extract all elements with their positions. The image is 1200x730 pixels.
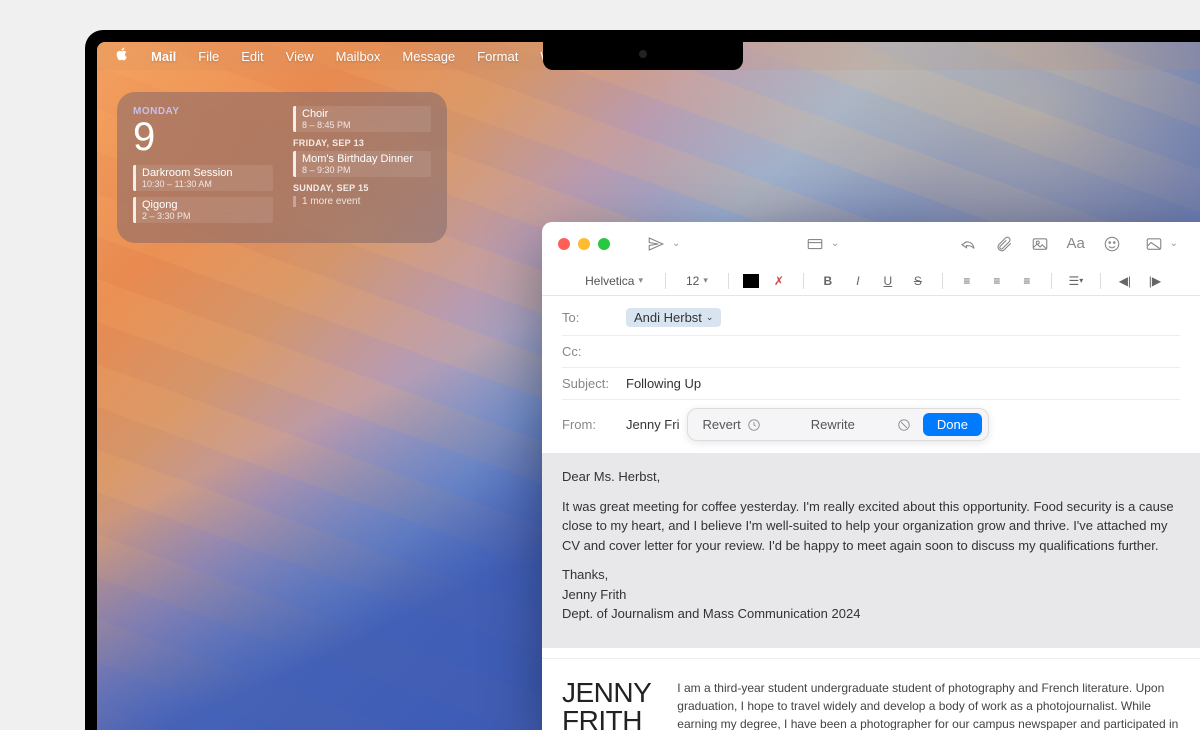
from-row[interactable]: From: Jenny Fri Revert Rewrite Done: [562, 400, 1180, 449]
window-controls: [558, 238, 610, 250]
camera: [639, 50, 647, 58]
chevron-down-icon[interactable]: ⌄: [831, 238, 839, 249]
chevron-down-icon[interactable]: ⌄: [1170, 238, 1178, 249]
emoji-button[interactable]: [1098, 230, 1126, 258]
zoom-button[interactable]: [598, 238, 610, 250]
menu-view[interactable]: View: [286, 49, 314, 64]
close-button[interactable]: [558, 238, 570, 250]
compose-headers: To: Andi Herbst⌄ Cc: Subject: Following …: [542, 296, 1200, 453]
font-size-select[interactable]: 12▾: [680, 272, 714, 290]
recipient-pill[interactable]: Andi Herbst⌄: [626, 308, 721, 327]
event-time: 10:30 – 11:30 AM: [142, 179, 267, 189]
event-item[interactable]: Darkroom Session 10:30 – 11:30 AM: [133, 165, 273, 191]
cancel-icon[interactable]: [897, 418, 911, 432]
subject-row[interactable]: Subject: Following Up: [562, 368, 1180, 400]
event-title: Darkroom Session: [142, 167, 267, 179]
calendar-widget[interactable]: MONDAY 9 Darkroom Session 10:30 – 11:30 …: [117, 92, 447, 243]
align-right-button[interactable]: ≡: [1017, 271, 1037, 291]
done-button[interactable]: Done: [923, 413, 982, 436]
reply-button[interactable]: [954, 230, 982, 258]
media-button[interactable]: [1140, 230, 1168, 258]
event-title: Choir: [302, 108, 425, 120]
send-button[interactable]: [642, 230, 670, 258]
attachment-blurb: I am a third-year student undergraduate …: [677, 679, 1180, 730]
attachment-preview[interactable]: JENNY FRITH I am a third-year student un…: [542, 658, 1200, 730]
apple-menu[interactable]: [115, 47, 129, 66]
menu-message[interactable]: Message: [402, 49, 455, 64]
body-signoff: Thanks,: [562, 565, 1180, 585]
cc-row[interactable]: Cc:: [562, 336, 1180, 368]
send-options-icon[interactable]: ⌄: [672, 238, 680, 249]
compose-toolbar: ⌄ ⌄ Aa ⌄: [542, 222, 1200, 266]
event-title: Mom's Birthday Dinner: [302, 153, 425, 165]
minimize-button[interactable]: [578, 238, 590, 250]
date-header: SUNDAY, SEP 15: [293, 183, 431, 193]
italic-button[interactable]: I: [848, 271, 868, 291]
revert-button[interactable]: Revert: [694, 413, 768, 436]
date-header: FRIDAY, SEP 13: [293, 138, 431, 148]
font-select[interactable]: Helvetica▾: [577, 272, 651, 290]
underline-button[interactable]: U: [878, 271, 898, 291]
format-bar: Helvetica▾ 12▾ ✗ B I U S ≡ ≡ ≡ ☰▾ ◀| |▶: [542, 266, 1200, 296]
align-center-button[interactable]: ≡: [987, 271, 1007, 291]
screen: Mail File Edit View Mailbox Message Form…: [97, 42, 1200, 730]
event-time: 8 – 9:30 PM: [302, 165, 425, 175]
format-button[interactable]: Aa: [1062, 230, 1090, 258]
header-fields-button[interactable]: [801, 230, 829, 258]
to-label: To:: [562, 310, 626, 325]
event-time: 8 – 8:45 PM: [302, 120, 425, 130]
list-button[interactable]: ☰▾: [1066, 271, 1086, 291]
from-label: From:: [562, 417, 626, 432]
subject-label: Subject:: [562, 376, 626, 391]
menu-format[interactable]: Format: [477, 49, 518, 64]
body-paragraph: It was great meeting for coffee yesterda…: [562, 497, 1180, 556]
text-color-button[interactable]: [743, 274, 759, 288]
body-greeting: Dear Ms. Herbst,: [562, 467, 1180, 487]
cc-label: Cc:: [562, 344, 626, 359]
device-frame: Mail File Edit View Mailbox Message Form…: [85, 30, 1200, 730]
event-time: 2 – 3:30 PM: [142, 211, 267, 221]
event-title: Qigong: [142, 199, 267, 211]
to-row[interactable]: To: Andi Herbst⌄: [562, 300, 1180, 336]
from-value: Jenny Fri: [626, 417, 679, 432]
attachment-name: JENNY FRITH: [562, 679, 651, 730]
menu-mailbox[interactable]: Mailbox: [336, 49, 381, 64]
bold-button[interactable]: B: [818, 271, 838, 291]
menu-app[interactable]: Mail: [151, 49, 176, 64]
rewrite-label: Rewrite: [781, 417, 885, 432]
revert-icon: [747, 418, 761, 432]
event-item[interactable]: Mom's Birthday Dinner 8 – 9:30 PM: [293, 151, 431, 177]
more-events[interactable]: 1 more event: [293, 196, 431, 207]
body-name: Jenny Frith: [562, 585, 1180, 605]
align-left-button[interactable]: ≡: [957, 271, 977, 291]
strikethrough-button[interactable]: S: [908, 271, 928, 291]
event-item[interactable]: Choir 8 – 8:45 PM: [293, 106, 431, 132]
menu-file[interactable]: File: [198, 49, 219, 64]
compose-window: ⌄ ⌄ Aa ⌄ Helvetica▾: [542, 222, 1200, 730]
attach-button[interactable]: [990, 230, 1018, 258]
message-body[interactable]: Dear Ms. Herbst, It was great meeting fo…: [542, 453, 1200, 730]
widget-date: 9: [133, 117, 273, 157]
event-item[interactable]: Qigong 2 – 3:30 PM: [133, 197, 273, 223]
indent-right-button[interactable]: |▶: [1145, 271, 1165, 291]
notch: [543, 42, 743, 70]
indent-left-button[interactable]: ◀|: [1115, 271, 1135, 291]
body-dept: Dept. of Journalism and Mass Communicati…: [562, 604, 1180, 624]
subject-value: Following Up: [626, 376, 701, 391]
clear-style-button[interactable]: ✗: [769, 271, 789, 291]
writing-tools-bar: Revert Rewrite Done: [687, 408, 988, 441]
rewritten-text[interactable]: Dear Ms. Herbst, It was great meeting fo…: [542, 453, 1200, 648]
photo-button[interactable]: [1026, 230, 1054, 258]
menu-edit[interactable]: Edit: [241, 49, 263, 64]
